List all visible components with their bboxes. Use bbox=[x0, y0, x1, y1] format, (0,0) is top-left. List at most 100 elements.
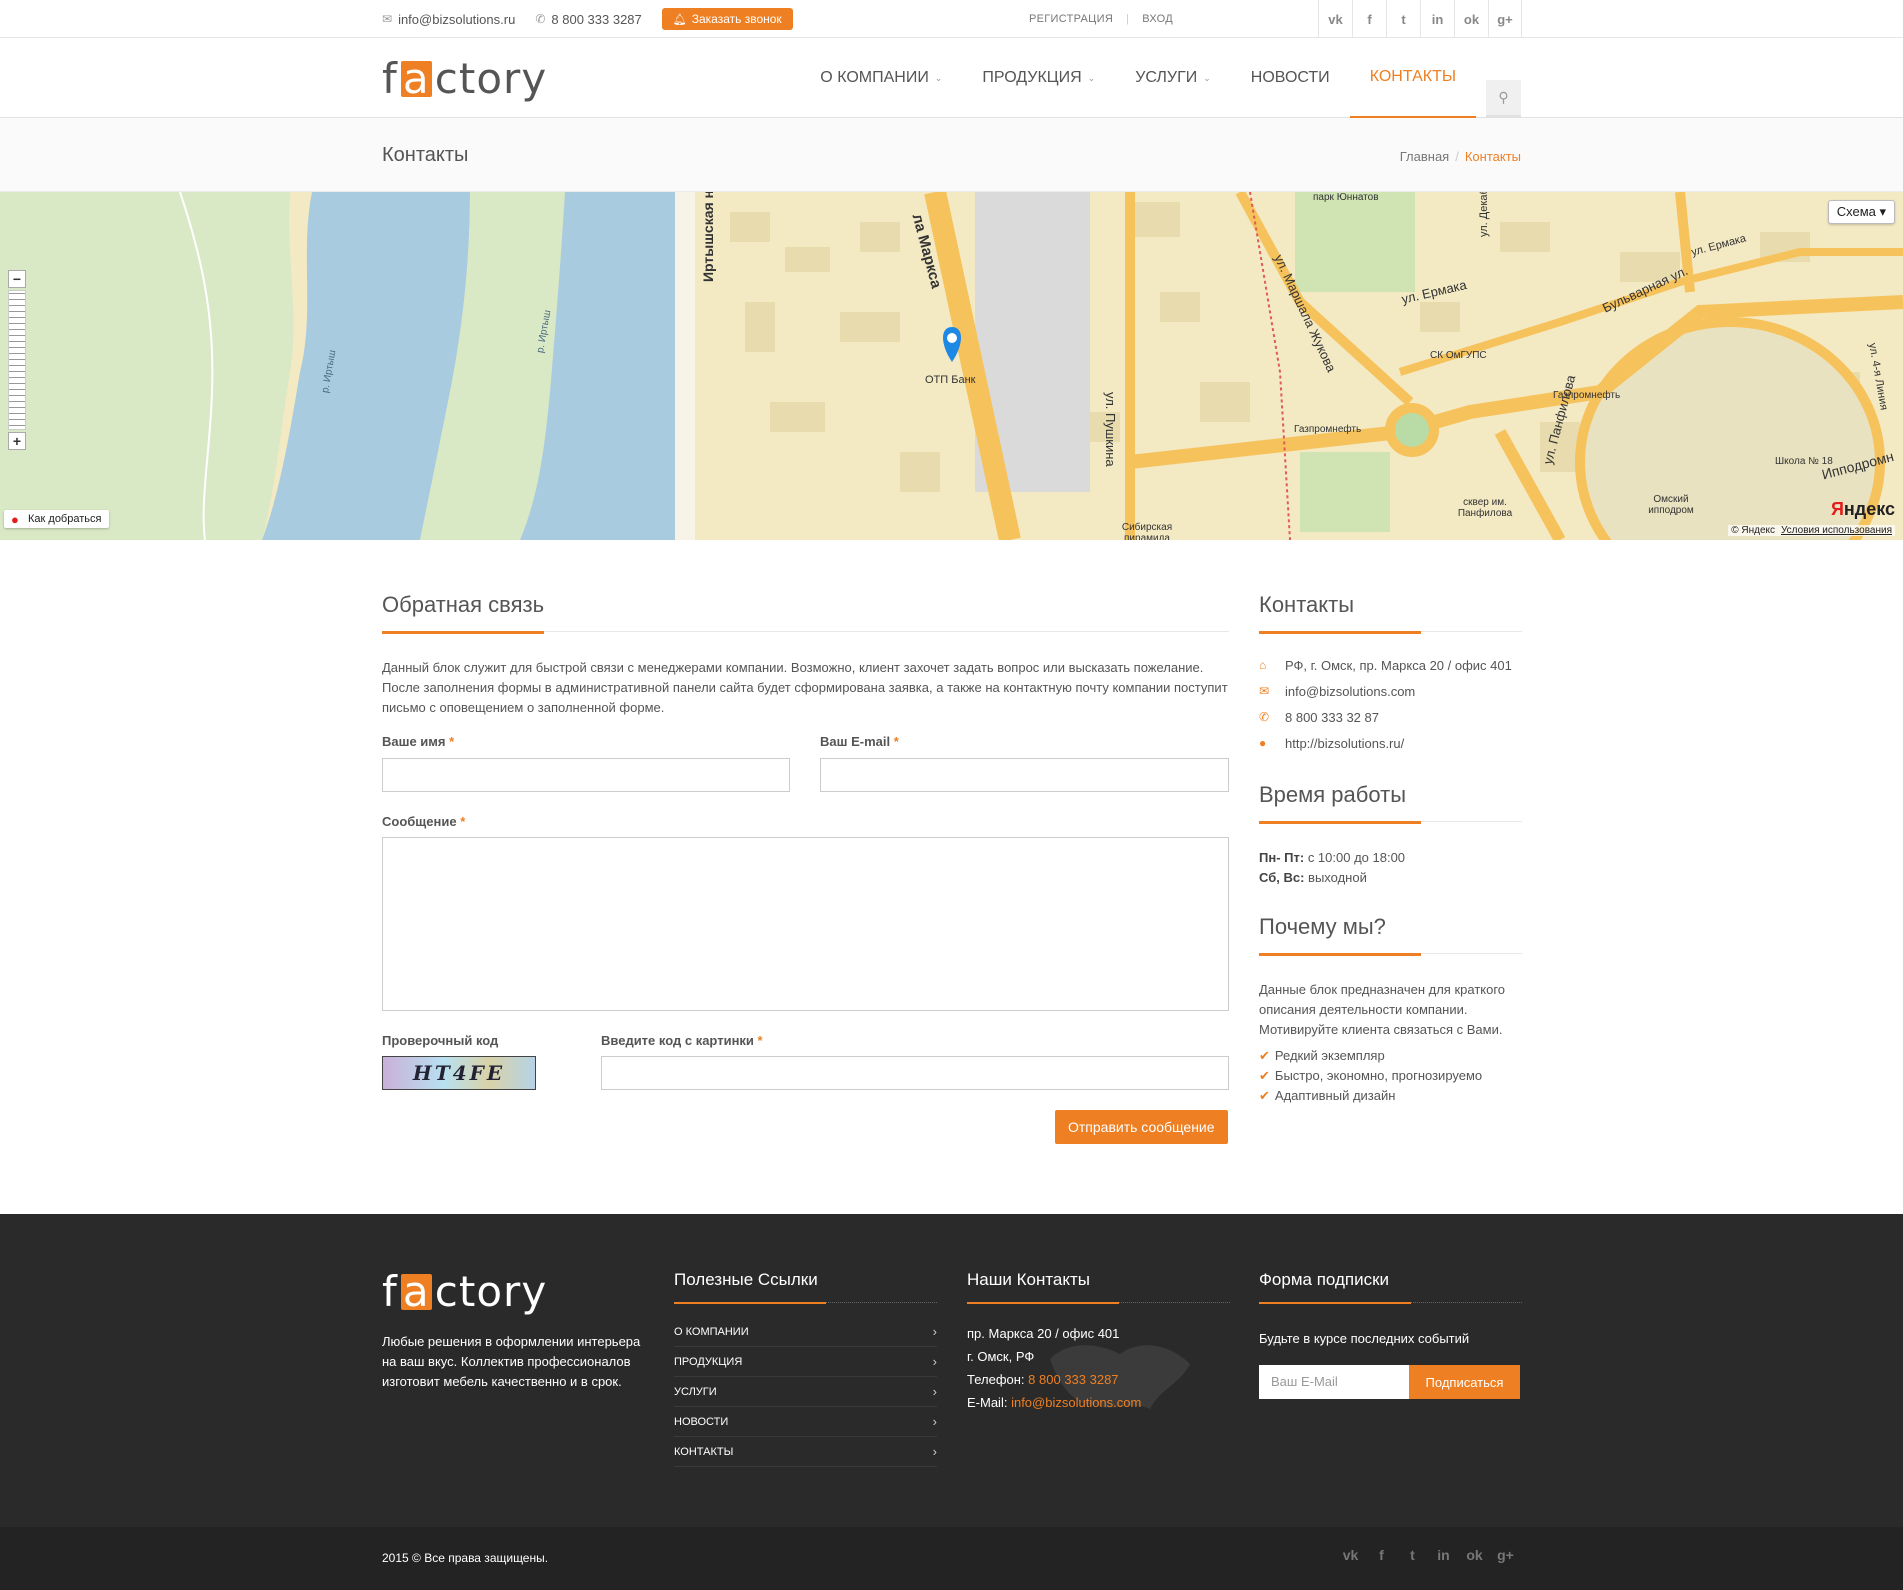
why-point: ✔ Адаптивный дизайн bbox=[1259, 1086, 1522, 1106]
contacts-sidebar: Контакты ⌂ РФ, г. Омск, пр. Маркса 20 / о… bbox=[1259, 592, 1522, 1106]
map-layer-dropdown[interactable]: Схема ▾ bbox=[1827, 200, 1895, 224]
weekend-value: выходной bbox=[1308, 870, 1367, 885]
footer-logo[interactable]: f a ctory bbox=[382, 1267, 547, 1316]
contact-text[interactable]: http://bizsolutions.ru/ bbox=[1285, 736, 1404, 751]
map-label-street: ул. Декабристов bbox=[1478, 192, 1490, 237]
weekend-label: Сб, Вс: bbox=[1259, 870, 1305, 885]
twitter-icon[interactable]: t bbox=[1397, 1547, 1428, 1563]
map-terms-link[interactable]: Условия использования bbox=[1781, 525, 1892, 536]
google-plus-icon[interactable]: g+ bbox=[1488, 0, 1522, 38]
footer-email-value[interactable]: info@bizsolutions.com bbox=[1011, 1395, 1141, 1410]
footer-links-column: Полезные Ссылки О компании › Продукция › Усл… bbox=[674, 1270, 937, 1467]
linkedin-icon[interactable]: in bbox=[1420, 0, 1454, 38]
footer-link-label: Продукция bbox=[674, 1355, 743, 1368]
why-point-text: Адаптивный дизайн bbox=[1274, 1088, 1396, 1103]
linkedin-icon[interactable]: in bbox=[1428, 1547, 1459, 1563]
footer-subscribe-title: Форма подписки bbox=[1259, 1270, 1522, 1304]
phone-icon: ✆ bbox=[535, 12, 546, 26]
footer-phone: Телефон: 8 800 333 3287 bbox=[967, 1368, 1230, 1391]
map-pin-icon: ● bbox=[11, 512, 19, 527]
send-message-button[interactable]: Отправить сообщение bbox=[1055, 1110, 1228, 1144]
yandex-logo-rest: ндекс bbox=[1843, 499, 1895, 519]
nav-item-5[interactable]: Контакты bbox=[1349, 38, 1476, 118]
google-plus-icon[interactable]: g+ bbox=[1490, 1547, 1521, 1563]
nav-item-2[interactable]: Продукция ⌄ bbox=[962, 38, 1115, 118]
map-copyright: © Яндекс bbox=[1731, 525, 1775, 536]
zoom-out-button[interactable]: − bbox=[8, 270, 26, 288]
globe-icon: ● bbox=[1259, 736, 1267, 750]
map-left-bank bbox=[0, 192, 294, 540]
route-button[interactable]: ● Как добраться bbox=[4, 510, 110, 528]
site-logo[interactable]: f a ctory bbox=[382, 54, 547, 103]
map-label-poi: Школа № 18 bbox=[1775, 456, 1833, 467]
odnoklassniki-icon[interactable]: ok bbox=[1454, 0, 1488, 38]
footer-link-5[interactable]: Контакты › bbox=[674, 1437, 937, 1467]
map-square bbox=[1300, 452, 1390, 532]
chevron-right-icon: › bbox=[932, 1384, 937, 1399]
footer-email-label: E-Mail: bbox=[967, 1395, 1008, 1410]
required-mark: * bbox=[449, 734, 455, 749]
search-button[interactable]: ⚲ bbox=[1486, 80, 1521, 117]
footer-link-4[interactable]: Новости › bbox=[674, 1407, 937, 1437]
contact-text[interactable]: info@bizsolutions.com bbox=[1285, 684, 1415, 699]
odnoklassniki-icon[interactable]: ok bbox=[1459, 1547, 1490, 1563]
zoom-slider[interactable] bbox=[8, 290, 26, 430]
footer-social-links: vk f t in ok g+ bbox=[1335, 1547, 1521, 1563]
message-textarea[interactable] bbox=[382, 837, 1229, 1011]
top-social-links: vk f t in ok g+ bbox=[1318, 0, 1522, 38]
subscribe-button[interactable]: Подписаться bbox=[1409, 1365, 1520, 1399]
top-phone[interactable]: ✆ 8 800 333 3287 bbox=[535, 12, 641, 27]
map-canvas[interactable] bbox=[0, 192, 1903, 540]
captcha-label: Проверочный код bbox=[382, 1033, 499, 1048]
top-email[interactable]: ✉ info@bizsolutions.ru bbox=[382, 12, 515, 27]
callback-button[interactable]: 🔔︎ Заказать звонок bbox=[661, 8, 793, 30]
required-mark: * bbox=[460, 814, 466, 829]
email-label-text: Ваш E-mail bbox=[820, 734, 891, 749]
why-title: Почему мы? bbox=[1259, 914, 1421, 956]
vk-icon[interactable]: vk bbox=[1318, 0, 1352, 38]
twitter-icon[interactable]: t bbox=[1386, 0, 1420, 38]
email-label: Ваш E-mail * bbox=[820, 734, 899, 749]
breadcrumb-home[interactable]: Главная bbox=[1400, 149, 1449, 164]
yandex-logo: Яндекс bbox=[1831, 499, 1895, 520]
contacts-heading-wrap: Контакты bbox=[1259, 592, 1522, 634]
yandex-map[interactable]: Иртышская наб. ла Маркса ул. Маршала Жуков… bbox=[0, 192, 1903, 540]
subscribe-email-input[interactable]: Ваш E-Mail bbox=[1259, 1365, 1409, 1399]
vk-icon[interactable]: vk bbox=[1335, 1547, 1366, 1563]
copyright-bar: 2015 © Все права защищены. vk f t in ok g+ bbox=[0, 1527, 1903, 1590]
site-header: f a ctory О компании ⌄ Продукция ⌄ Услуги ⌄ Ново… bbox=[0, 38, 1903, 118]
logo-text-pre: f bbox=[382, 54, 398, 103]
map-label-poi: парк Юннатов bbox=[1313, 192, 1379, 203]
chevron-right-icon: › bbox=[932, 1324, 937, 1339]
login-link[interactable]: ВХОД bbox=[1142, 13, 1173, 25]
footer-link-3[interactable]: Услуги › bbox=[674, 1377, 937, 1407]
footer-link-2[interactable]: Продукция › bbox=[674, 1347, 937, 1377]
footer-link-label: О компании bbox=[674, 1325, 749, 1338]
yandex-logo-y: Я bbox=[1830, 499, 1844, 519]
facebook-icon[interactable]: f bbox=[1366, 1547, 1397, 1563]
why-text: Данные блок предназначен для краткого оп… bbox=[1259, 982, 1506, 1037]
email-input[interactable] bbox=[820, 758, 1229, 792]
footer-logo-pre: f bbox=[382, 1267, 398, 1316]
footer-link-1[interactable]: О компании › bbox=[674, 1317, 937, 1347]
facebook-icon[interactable]: f bbox=[1352, 0, 1386, 38]
nav-item-3[interactable]: Услуги ⌄ bbox=[1115, 38, 1231, 118]
nav-item-4[interactable]: Новости bbox=[1231, 38, 1350, 118]
contact-text[interactable]: 8 800 333 32 87 bbox=[1285, 710, 1379, 725]
check-icon: ✔ bbox=[1259, 1048, 1270, 1063]
zoom-in-button[interactable]: + bbox=[8, 432, 26, 450]
weekdays-value: с 10:00 до 18:00 bbox=[1307, 850, 1406, 865]
captcha-input[interactable] bbox=[601, 1056, 1229, 1090]
nav-item-1[interactable]: О компании ⌄ bbox=[800, 38, 962, 118]
footer-phone-value[interactable]: 8 800 333 3287 bbox=[1028, 1372, 1118, 1387]
auth-divider: | bbox=[1126, 13, 1130, 25]
captcha-input-label: Введите код с картинки * bbox=[601, 1033, 763, 1048]
search-icon: ⚲ bbox=[1498, 89, 1509, 105]
contacts-title: Контакты bbox=[1259, 592, 1422, 634]
contact-line: ● http://bizsolutions.ru/ bbox=[1259, 730, 1522, 756]
footer-contacts-column: Наши Контакты пр. Маркса 20 / офис 401 г… bbox=[967, 1270, 1230, 1414]
register-link[interactable]: РЕГИСТРАЦИЯ bbox=[1029, 13, 1113, 25]
map-zoom-control: − + bbox=[8, 270, 28, 450]
name-input[interactable] bbox=[382, 758, 790, 792]
chevron-down-icon: ⌄ bbox=[934, 72, 943, 83]
